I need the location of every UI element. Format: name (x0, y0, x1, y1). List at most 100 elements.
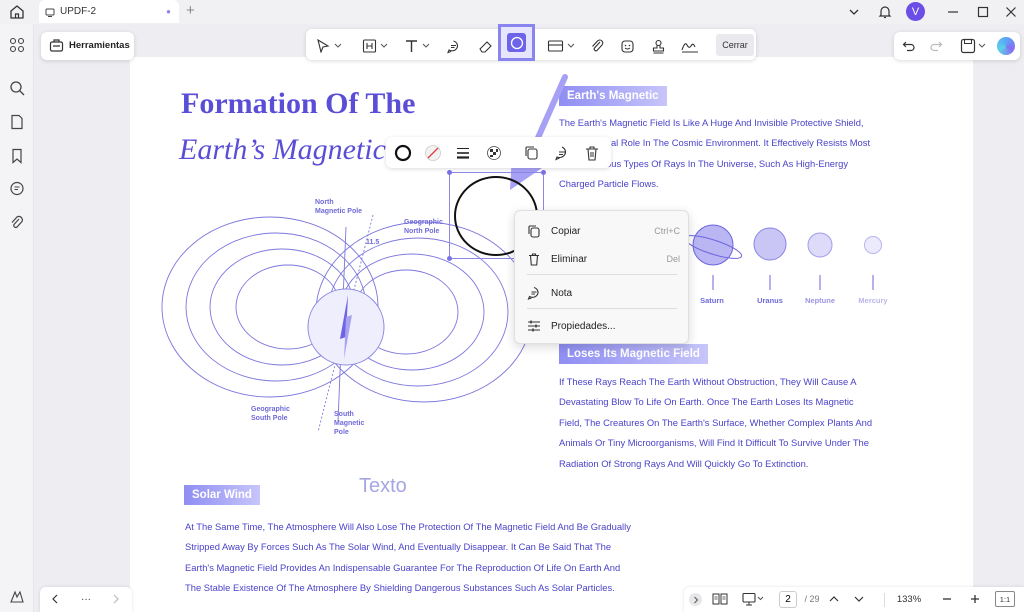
sticky-note-tool-icon[interactable] (444, 35, 462, 57)
note-icon[interactable] (553, 144, 571, 162)
resize-handle[interactable] (541, 170, 546, 175)
presentation-icon[interactable] (742, 591, 764, 607)
chevron-up-icon[interactable] (827, 591, 841, 607)
geographic-north-pole-label-2: North Pole (404, 228, 439, 235)
chevron-down-icon[interactable] (843, 2, 865, 22)
chevron-left-icon[interactable] (49, 591, 61, 607)
context-menu: Copiar Ctrl+C Eliminar Del Nota Propieda… (514, 210, 689, 344)
shape-tool-button[interactable] (498, 24, 535, 61)
minimize-icon[interactable] (942, 2, 964, 22)
paragraph-line: Earth's Magnetic Field Provides An Indis… (185, 561, 621, 573)
fill-color-icon[interactable] (424, 144, 442, 162)
paragraph-line: The Stable Existence Of The Atmosphere B… (185, 582, 615, 594)
menu-item-properties[interactable]: Propiedades... (525, 315, 680, 337)
planets-illustration (685, 217, 895, 297)
unsaved-dot-icon: ● (166, 7, 171, 16)
avatar[interactable]: V (906, 2, 925, 21)
divider (884, 593, 885, 607)
stroke-color-icon[interactable] (394, 144, 412, 162)
chevron-down-icon[interactable] (852, 591, 866, 607)
zoom-in-icon[interactable] (968, 591, 982, 607)
resize-handle[interactable] (447, 256, 452, 261)
paperclip-icon[interactable] (588, 35, 606, 57)
sticker-icon[interactable] (618, 35, 636, 57)
page-number-input[interactable]: 2 (779, 591, 797, 608)
pages-icon[interactable] (8, 113, 26, 131)
tab-title: UPDF-2 (60, 6, 97, 17)
trash-icon[interactable] (583, 144, 601, 162)
attachment-icon[interactable] (8, 214, 26, 232)
ai-assistant-icon[interactable] (997, 37, 1015, 55)
opacity-icon[interactable] (485, 144, 503, 162)
bell-icon[interactable] (874, 2, 896, 22)
bottom-controls: 2 / 29 133% 1:1 (684, 587, 1024, 612)
stamp-strike-tool-icon[interactable] (546, 35, 576, 57)
menu-item-delete[interactable]: Eliminar Del (525, 248, 680, 270)
tools-button[interactable]: Herramientas (41, 32, 134, 60)
resize-handle[interactable] (447, 170, 452, 175)
more-button[interactable]: ··· (77, 591, 95, 607)
paragraph-line: Field, The Creatures On The Earth's Surf… (559, 416, 873, 428)
save-icon[interactable] (960, 38, 986, 54)
right-toolbar (894, 32, 1020, 60)
paragraph-line: Radiation Of Strong Rays And Will Quickl… (559, 457, 809, 469)
menu-divider (527, 274, 677, 275)
undo-icon[interactable] (902, 39, 916, 53)
close-toolbar-button[interactable]: Cerrar (716, 34, 754, 56)
paragraph-line: Charged Particle Flows. (559, 178, 659, 190)
text-tool-icon[interactable] (402, 35, 432, 57)
menu-item-delete-shortcut: Del (666, 254, 680, 264)
actual-size-button[interactable]: 1:1 (995, 591, 1015, 607)
document-tab[interactable]: UPDF-2 ● (39, 0, 179, 23)
south-magnetic-pole-label-2: Magnetic (334, 420, 364, 427)
menu-item-delete-label: Eliminar (551, 253, 588, 265)
bookmark-icon[interactable] (8, 147, 26, 165)
geographic-south-pole-label-2: South Pole (251, 415, 288, 422)
stamp-icon[interactable] (649, 35, 667, 57)
headline-line-1: Formation Of The (181, 87, 416, 120)
add-tab-button[interactable]: + (186, 3, 195, 19)
trash-icon (525, 252, 543, 266)
line-weight-icon[interactable] (454, 144, 472, 162)
north-magnetic-pole-label-2: Magnetic Pole (315, 208, 362, 215)
menu-item-copy-shortcut: Ctrl+C (654, 226, 680, 236)
circle-tool-icon (507, 33, 526, 52)
layers-icon[interactable] (8, 588, 26, 606)
close-window-icon[interactable] (1000, 2, 1022, 22)
paragraph-line: Stripped Away By Forces Such As The Sola… (185, 541, 612, 553)
document-icon (45, 7, 55, 17)
home-icon[interactable] (9, 4, 25, 20)
comment-toolbar: Cerrar (306, 24, 756, 61)
zoom-level[interactable]: 133% (892, 591, 926, 607)
menu-item-note-label: Nota (551, 287, 573, 299)
paragraph-solar-wind: At The Same Time, The Atmosphere Will Al… (185, 517, 665, 599)
select-tool-icon[interactable] (314, 35, 344, 57)
eraser-tool-icon[interactable] (476, 35, 494, 57)
search-icon[interactable] (8, 79, 26, 97)
geographic-north-pole-label-1: Geographic (404, 219, 443, 226)
planet-label-saturn: Saturn (700, 296, 724, 305)
menu-item-note[interactable]: Nota (525, 282, 680, 304)
text-placeholder[interactable]: Texto (359, 475, 407, 498)
headline-line-2: Earth’s Magnetic (179, 133, 386, 166)
thumbnails-icon[interactable] (8, 36, 26, 54)
south-magnetic-pole-label-1: South (334, 411, 354, 418)
note-icon (525, 286, 543, 300)
comment-icon[interactable] (8, 180, 26, 198)
highlight-tool-icon[interactable] (360, 35, 390, 57)
collapse-icon[interactable] (689, 593, 702, 606)
maximize-icon[interactable] (972, 2, 994, 22)
menu-item-copy[interactable]: Copiar Ctrl+C (525, 220, 680, 242)
zoom-out-icon[interactable] (940, 591, 954, 607)
south-magnetic-pole-label-3: Pole (334, 429, 349, 436)
chevron-right-icon[interactable] (110, 591, 122, 607)
bottom-nav-left: ··· (40, 587, 132, 612)
signature-icon[interactable] (680, 35, 700, 57)
copy-style-icon[interactable] (523, 144, 541, 162)
page-view-icon[interactable] (712, 591, 728, 607)
title-bar: UPDF-2 ● + V (0, 0, 1024, 24)
left-sidebar (0, 24, 34, 612)
redo-icon[interactable] (929, 39, 943, 53)
angle-label: 11.5 (366, 239, 379, 246)
planet-label-mercury: Mercury (858, 296, 888, 305)
